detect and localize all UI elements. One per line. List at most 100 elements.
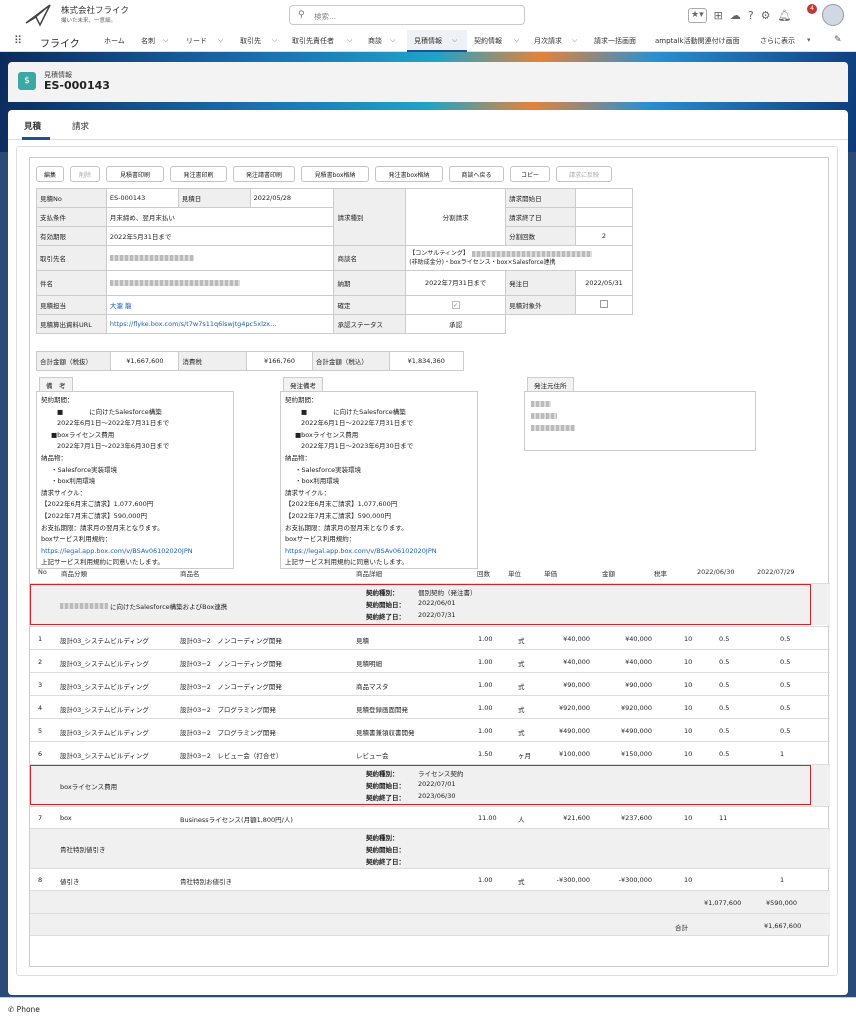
cell-m2: 1 [780,749,785,758]
trailhead-icon[interactable]: ☁ [730,9,741,22]
nav-item-amptalk[interactable]: amptalk活動関連付け画面 [655,36,740,46]
col-amount: 金額 [602,570,615,578]
chevron-down-icon[interactable]: ⌵ [514,36,519,45]
cell-unit: 式 [518,636,525,645]
note-line: ・box利用環境 [51,477,96,486]
total-value: ¥1,834,360 [388,351,465,371]
print-quote-button[interactable]: 見積書印刷 [106,166,164,182]
contract-end-label: 契約終了日： [366,858,405,866]
terms-link[interactable]: https://legal.app.box.com/v/BSAv06102020… [281,546,477,558]
nav-item-contacts[interactable]: 取引先責任者 [292,36,334,46]
cell-tax: 10 [684,814,693,822]
customer-label: 取引先名 [36,245,107,271]
split-count-value: 2 [574,226,634,246]
col-tax: 税率 [654,570,667,578]
tax-label: 消費税 [178,351,248,371]
col-price: 単価 [544,570,557,578]
quote-object-icon: $ [18,72,36,90]
note-line: 【2022年6月末ご請求】1,077,600円 [285,500,398,509]
chevron-down-icon[interactable]: ⌵ [218,36,223,45]
gear-icon[interactable]: ⚙ [761,9,771,22]
note-line: 契約期間： [41,396,74,404]
favorites-icon[interactable]: ★▾ [688,7,707,23]
nav-item-opportunities[interactable]: 商談 [368,36,382,46]
cell-tax: 10 [684,680,693,689]
cell-m1: 0.5 [719,703,730,712]
app-launcher-icon[interactable]: ⠿ [14,34,22,47]
terms-link[interactable]: https://legal.app.box.com/v/BSAv06102020… [37,546,233,558]
quote-no-label: 見積No [36,188,107,208]
cell-m1: 0.5 [719,726,730,735]
cell-name: 設計03−2 ノンコーディング開発 [180,682,282,691]
approval-value: 承認 [405,314,507,334]
billing-type-value: 分割請求 [405,188,507,246]
delivery-value: 2022年7月31日まで [405,270,507,296]
cell-no: 5 [38,726,43,735]
phone-label: Phone [16,1005,40,1014]
confirmed-checkbox[interactable]: ✓ [405,295,507,315]
nav-item-monthly-billing[interactable]: 月次請求 [534,36,562,46]
remarks-box: 契約期間： ■ に向けたSalesforce構築 2022年6月1日〜2022年7月… [36,391,234,569]
nav-item-contracts[interactable]: 契約情報 [474,36,502,46]
phone-utility[interactable]: ✆ Phone [8,1005,40,1014]
billing-end-label: 請求終了日 [505,207,576,227]
global-header: 株式会社フライク 撮いた未来、一意細。 ⚲ 検索... ★▾ ⊞ ☁ ? ⚙ 🔔… [0,0,856,30]
add-icon[interactable]: ⊞ [714,9,723,22]
month2-total: ¥590,000 [766,899,798,907]
nav-item-home[interactable]: ホーム [104,36,125,46]
chevron-down-icon[interactable]: ⌵ [572,36,577,45]
company-name: 株式会社フライク [61,6,129,16]
cell-no: 4 [38,703,43,712]
material-url-link[interactable]: https://flyke.box.com/s/t7w7s11q6lswjtg4… [105,314,335,334]
nav-item-cards[interactable]: 名刺 [141,36,155,46]
tab-quote[interactable]: 見積 [24,120,41,132]
nav-item-quotes[interactable]: 見積情報 [414,36,442,46]
apply-billing-button[interactable]: 請求に反映 [556,166,612,182]
chevron-down-icon[interactable]: ⌵ [272,36,277,45]
nav-item-accounts[interactable]: 取引先 [240,36,261,46]
print-order-button[interactable]: 発注書印刷 [170,166,227,182]
cell-amount: ¥90,000 [625,680,652,689]
cell-price: -¥300,000 [556,876,590,884]
record-header: $ 見積情報 ES-000143 [8,62,848,102]
nav-item-bulk-billing[interactable]: 請求一括画面 [594,36,636,46]
help-icon[interactable]: ? [748,9,754,22]
note-line: 2022年7月1日〜2023年6月30日まで [301,442,414,451]
user-avatar[interactable] [822,4,844,26]
cell-unit: 式 [518,878,525,886]
caret-down-icon[interactable]: ▾ [807,36,811,44]
cell-m2: 0.5 [780,634,791,643]
company-logo[interactable] [24,3,52,27]
global-search[interactable]: ⚲ 検索... [289,5,525,25]
store-quote-box-button[interactable]: 見積書box格納 [301,166,369,182]
chevron-down-icon[interactable]: ⌵ [163,36,168,45]
cell-detail: レビュー会 [356,751,389,760]
col-unit: 単位 [508,570,521,578]
table-row: 6 設計03_システムビルディング 設計03−2 レビュー会（打合せ） レビュー会 1.… [30,741,830,764]
edit-button[interactable]: 編集 [36,166,64,182]
cell-amount: ¥490,000 [620,726,652,735]
cell-qty: 1.00 [478,657,493,666]
bell-icon[interactable]: 🔔︎ [778,9,792,22]
cell-qty: 1.50 [478,749,493,758]
cell-no: 1 [38,634,43,643]
copy-button[interactable]: コピー [510,166,550,182]
tab-billing[interactable]: 請求 [72,120,89,132]
print-order-confirmation-button[interactable]: 発注請書印刷 [233,166,295,182]
cell-m2: 0.5 [780,657,791,666]
edit-nav-icon[interactable]: ✎ [834,35,842,45]
store-order-box-button[interactable]: 発注書box格納 [375,166,443,182]
delivery-label: 納期 [333,270,407,296]
cell-price: ¥40,000 [563,657,590,666]
excluded-checkbox[interactable] [574,295,634,315]
chevron-down-icon[interactable]: ⌵ [347,36,352,45]
back-to-opportunity-button[interactable]: 商談へ戻る [449,166,504,182]
delete-button[interactable]: 削除 [70,166,100,182]
cell-m1: 0.5 [719,634,730,643]
nav-item-leads[interactable]: リード [186,36,207,46]
owner-link[interactable]: 大瀧 龍 [105,295,335,315]
chevron-down-icon[interactable]: ⌵ [390,36,395,45]
cell-unit: 式 [518,682,525,691]
chevron-down-icon[interactable]: ⌵ [452,36,457,45]
nav-item-more[interactable]: さらに表示 [760,36,795,46]
